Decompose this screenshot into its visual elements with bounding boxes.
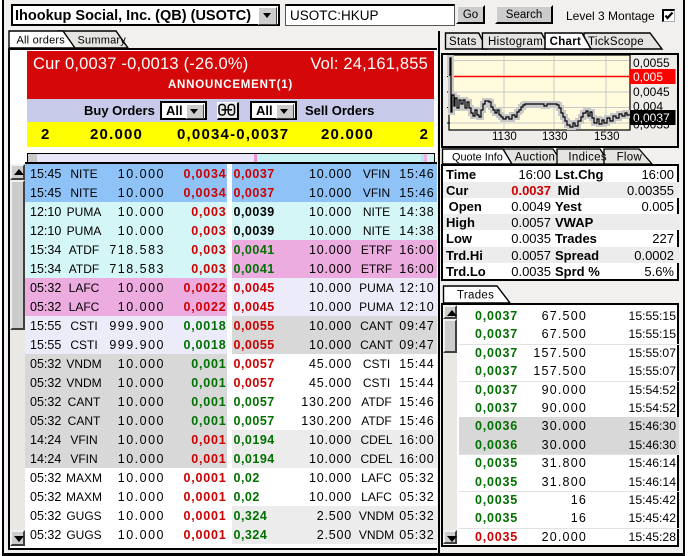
svg-text:Flow: Flow (617, 152, 643, 164)
svg-text:Summary: Summary (78, 35, 127, 47)
svg-text:0,0045: 0,0045 (633, 85, 670, 99)
svg-text:1130: 1130 (492, 131, 517, 143)
svg-text:Stats: Stats (449, 36, 477, 48)
svg-text:Indices: Indices (568, 152, 607, 164)
svg-text:Chart: Chart (550, 36, 582, 48)
svg-text:0,0055: 0,0055 (633, 56, 670, 70)
svg-text:Quote Info: Quote Info (452, 152, 503, 164)
svg-text:1330: 1330 (542, 131, 568, 143)
svg-text:Trades: Trades (457, 290, 494, 302)
svg-text:0,0035: 0,0035 (633, 118, 670, 132)
svg-text:TickScope: TickScope (588, 36, 644, 48)
svg-text:Histogram: Histogram (488, 36, 543, 48)
svg-text:All orders: All orders (17, 35, 66, 47)
svg-text:0,005: 0,005 (633, 70, 663, 84)
svg-text:Auction: Auction (515, 152, 555, 164)
svg-text:1530: 1530 (594, 131, 620, 143)
